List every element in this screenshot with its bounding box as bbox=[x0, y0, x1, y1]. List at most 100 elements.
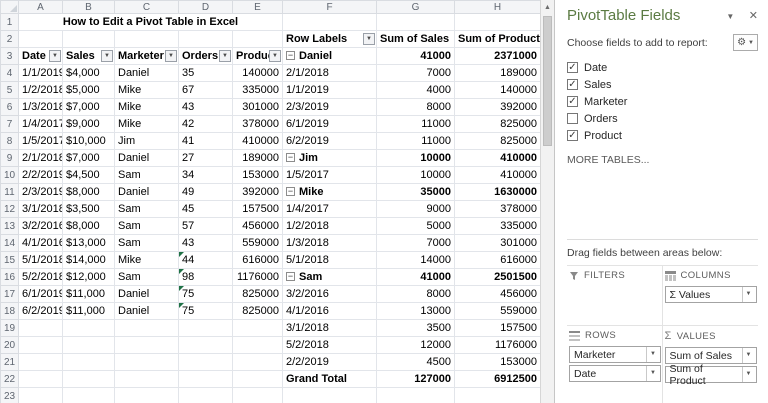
cell-E5[interactable]: 335000 bbox=[232, 81, 283, 99]
cell-C21[interactable] bbox=[114, 353, 179, 371]
cell-C5[interactable]: Mike bbox=[114, 81, 179, 99]
column-header-A[interactable]: A bbox=[18, 0, 63, 14]
pivot-sales-2-2-2019[interactable]: 4500 bbox=[376, 353, 455, 371]
pivot-row-label-sam[interactable]: − Sam bbox=[282, 268, 377, 286]
cell-H23[interactable] bbox=[454, 387, 540, 403]
pivot-sales-6-2-2019[interactable]: 11000 bbox=[376, 132, 455, 150]
cell-D16[interactable]: 98 bbox=[178, 268, 233, 286]
pivot-product-4-1-2016[interactable]: 559000 bbox=[454, 302, 540, 320]
cell-F23[interactable] bbox=[282, 387, 377, 403]
checkbox-marketer[interactable]: ✓ bbox=[567, 96, 578, 107]
pivot-product-1-1-2019[interactable]: 140000 bbox=[454, 81, 540, 99]
cell-E6[interactable]: 301000 bbox=[232, 98, 283, 116]
row-header-20[interactable]: 20 bbox=[0, 336, 19, 354]
cell-E11[interactable]: 392000 bbox=[232, 183, 283, 201]
cell-E14[interactable]: 559000 bbox=[232, 234, 283, 252]
cell-C2[interactable] bbox=[114, 30, 179, 48]
row-header-10[interactable]: 10 bbox=[0, 166, 19, 184]
row-header-22[interactable]: 22 bbox=[0, 370, 19, 388]
collapse-button-jim[interactable]: − bbox=[286, 153, 295, 162]
pivot-sales-1-5-2017[interactable]: 10000 bbox=[376, 166, 455, 184]
pivot-row-label-daniel[interactable]: − Daniel bbox=[282, 47, 377, 65]
pivot-product-1-5-2017[interactable]: 410000 bbox=[454, 166, 540, 184]
cell-E20[interactable] bbox=[232, 336, 283, 354]
cell-B4[interactable]: $4,000 bbox=[62, 64, 115, 82]
cell-A19[interactable] bbox=[18, 319, 63, 337]
cell-E8[interactable]: 410000 bbox=[232, 132, 283, 150]
pivot-row-label-2-2-2019[interactable]: 2/2/2019 bbox=[282, 353, 377, 371]
cell-A4[interactable]: 1/1/2019 bbox=[18, 64, 63, 82]
cell-B9[interactable]: $7,000 bbox=[62, 149, 115, 167]
filters-area[interactable]: FILTERS bbox=[567, 266, 663, 326]
source-header-date[interactable]: Date ▼ bbox=[18, 47, 63, 65]
pivot-sales-1-1-2019[interactable]: 4000 bbox=[376, 81, 455, 99]
cell-B18[interactable]: $11,000 bbox=[62, 302, 115, 320]
cell-A5[interactable]: 1/2/2018 bbox=[18, 81, 63, 99]
checkbox-date[interactable]: ✓ bbox=[567, 62, 578, 73]
cell-A16[interactable]: 5/2/2018 bbox=[18, 268, 63, 286]
row-header-13[interactable]: 13 bbox=[0, 217, 19, 235]
pivot-row-label-2-1-2018[interactable]: 2/1/2018 bbox=[282, 64, 377, 82]
pane-options-arrow-icon[interactable]: ▼ bbox=[726, 12, 734, 21]
collapse-button-mike[interactable]: − bbox=[286, 187, 295, 196]
cell-B10[interactable]: $4,500 bbox=[62, 166, 115, 184]
cell-A7[interactable]: 1/4/2017 bbox=[18, 115, 63, 133]
row-labels-filter-button[interactable]: ▼ bbox=[363, 33, 375, 45]
pivot-sales-3-2-2016[interactable]: 8000 bbox=[376, 285, 455, 303]
pivot-product-jim[interactable]: 410000 bbox=[454, 149, 540, 167]
pivot-sales-1-4-2017[interactable]: 9000 bbox=[376, 200, 455, 218]
pivot-sales-5-2-2018[interactable]: 12000 bbox=[376, 336, 455, 354]
pivot-sales-3-1-2018[interactable]: 3500 bbox=[376, 319, 455, 337]
row-header-1[interactable]: 1 bbox=[0, 13, 19, 31]
pivot-header-sum-of-sales[interactable]: Sum of Sales bbox=[376, 30, 455, 48]
cell-C13[interactable]: Sam bbox=[114, 217, 179, 235]
source-header-produc[interactable]: Produc ▼ bbox=[232, 47, 283, 65]
pivot-row-label-grand-total[interactable]: Grand Total bbox=[282, 370, 377, 388]
vertical-scrollbar[interactable]: ▲ bbox=[540, 0, 554, 403]
pivot-row-label-4-1-2016[interactable]: 4/1/2016 bbox=[282, 302, 377, 320]
cell-H1[interactable] bbox=[454, 13, 540, 31]
pivot-sales-1-2-2018[interactable]: 5000 bbox=[376, 217, 455, 235]
cell-B6[interactable]: $7,000 bbox=[62, 98, 115, 116]
cell-A6[interactable]: 1/3/2018 bbox=[18, 98, 63, 116]
cell-A12[interactable]: 3/1/2018 bbox=[18, 200, 63, 218]
pivot-product-3-2-2016[interactable]: 456000 bbox=[454, 285, 540, 303]
pill-dropdown-icon[interactable]: ▼ bbox=[646, 347, 658, 362]
pivot-sales-2-3-2019[interactable]: 8000 bbox=[376, 98, 455, 116]
cell-B2[interactable] bbox=[62, 30, 115, 48]
cell-A8[interactable]: 1/5/2017 bbox=[18, 132, 63, 150]
field-item-product[interactable]: ✓ Product bbox=[567, 127, 758, 144]
cell-B20[interactable] bbox=[62, 336, 115, 354]
pivot-sales-sam[interactable]: 41000 bbox=[376, 268, 455, 286]
cell-A15[interactable]: 5/1/2018 bbox=[18, 251, 63, 269]
pill-dropdown-icon[interactable]: ▼ bbox=[646, 366, 658, 381]
cell-G1[interactable] bbox=[376, 13, 455, 31]
checkbox-orders[interactable] bbox=[567, 113, 578, 124]
cell-B8[interactable]: $10,000 bbox=[62, 132, 115, 150]
cell-C9[interactable]: Daniel bbox=[114, 149, 179, 167]
pill-dropdown-icon[interactable]: ▼ bbox=[741, 367, 754, 382]
cell-B17[interactable]: $11,000 bbox=[62, 285, 115, 303]
cell-D2[interactable] bbox=[178, 30, 233, 48]
field-pill-sum-of-product[interactable]: Sum of Product ▼ bbox=[664, 363, 757, 387]
pivot-product-grand-total[interactable]: 6912500 bbox=[454, 370, 540, 388]
pivot-sales-jim[interactable]: 10000 bbox=[376, 149, 455, 167]
cell-C17[interactable]: Daniel bbox=[114, 285, 179, 303]
cell-D11[interactable]: 49 bbox=[178, 183, 233, 201]
cell-D19[interactable] bbox=[178, 319, 233, 337]
pivot-sales-1-3-2018[interactable]: 7000 bbox=[376, 234, 455, 252]
sheet-title-cell[interactable]: How to Edit a Pivot Table in Excel bbox=[18, 13, 283, 31]
field-pill-values[interactable]: Σ Values ▼ bbox=[664, 286, 757, 303]
cell-F1[interactable] bbox=[282, 13, 377, 31]
pivot-row-label-5-2-2018[interactable]: 5/2/2018 bbox=[282, 336, 377, 354]
cell-D12[interactable]: 45 bbox=[178, 200, 233, 218]
pivot-product-1-2-2018[interactable]: 335000 bbox=[454, 217, 540, 235]
row-header-19[interactable]: 19 bbox=[0, 319, 19, 337]
pivot-row-label-1-4-2017[interactable]: 1/4/2017 bbox=[282, 200, 377, 218]
cell-D7[interactable]: 42 bbox=[178, 115, 233, 133]
field-item-date[interactable]: ✓ Date bbox=[567, 59, 758, 76]
pivot-product-5-2-2018[interactable]: 1176000 bbox=[454, 336, 540, 354]
cell-E12[interactable]: 157500 bbox=[232, 200, 283, 218]
pivot-product-6-2-2019[interactable]: 825000 bbox=[454, 132, 540, 150]
cell-B12[interactable]: $3,500 bbox=[62, 200, 115, 218]
